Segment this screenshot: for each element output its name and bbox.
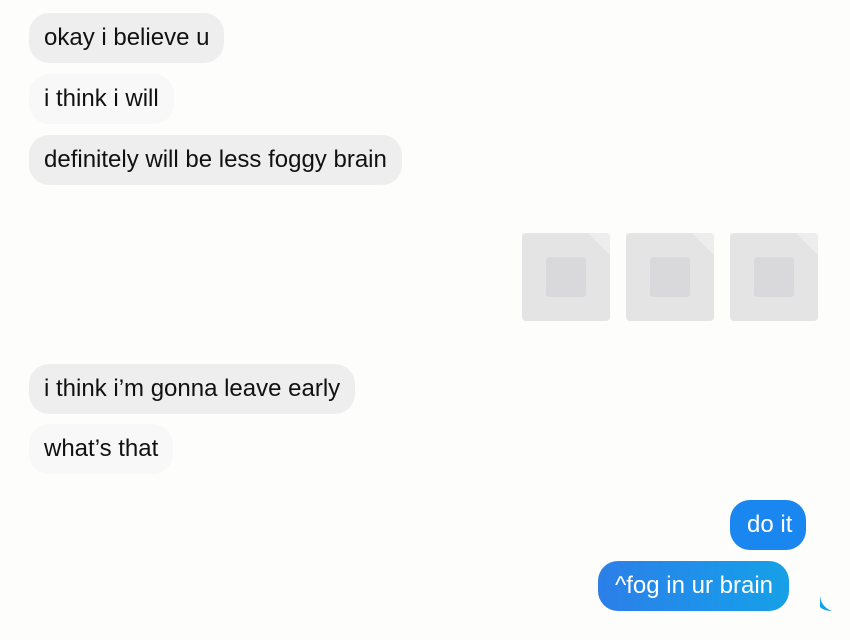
thumbnail-corner xyxy=(692,233,714,255)
image-thumbnail-icon xyxy=(546,257,586,297)
incoming-message[interactable]: definitely will be less foggy brain xyxy=(29,135,402,185)
incoming-message[interactable]: i think i will xyxy=(29,74,174,124)
message-thread: okay i believe u i think i will definite… xyxy=(0,0,850,640)
thumbnail-corner xyxy=(796,233,818,255)
outgoing-message[interactable]: ^fog in ur brain xyxy=(598,561,790,611)
image-thumbnail-icon xyxy=(650,257,690,297)
thumbnail-corner xyxy=(588,233,610,255)
incoming-message[interactable]: what’s that xyxy=(29,424,174,474)
image-attachment[interactable] xyxy=(522,233,610,321)
incoming-message[interactable]: okay i believe u xyxy=(29,13,225,63)
image-thumbnail-icon xyxy=(754,257,794,297)
incoming-message[interactable]: i think i’m gonna leave early xyxy=(29,364,356,414)
image-attachment[interactable] xyxy=(730,233,818,321)
bubble-tail xyxy=(820,594,832,611)
image-attachment[interactable] xyxy=(626,233,714,321)
outgoing-message[interactable]: do it xyxy=(730,500,807,550)
